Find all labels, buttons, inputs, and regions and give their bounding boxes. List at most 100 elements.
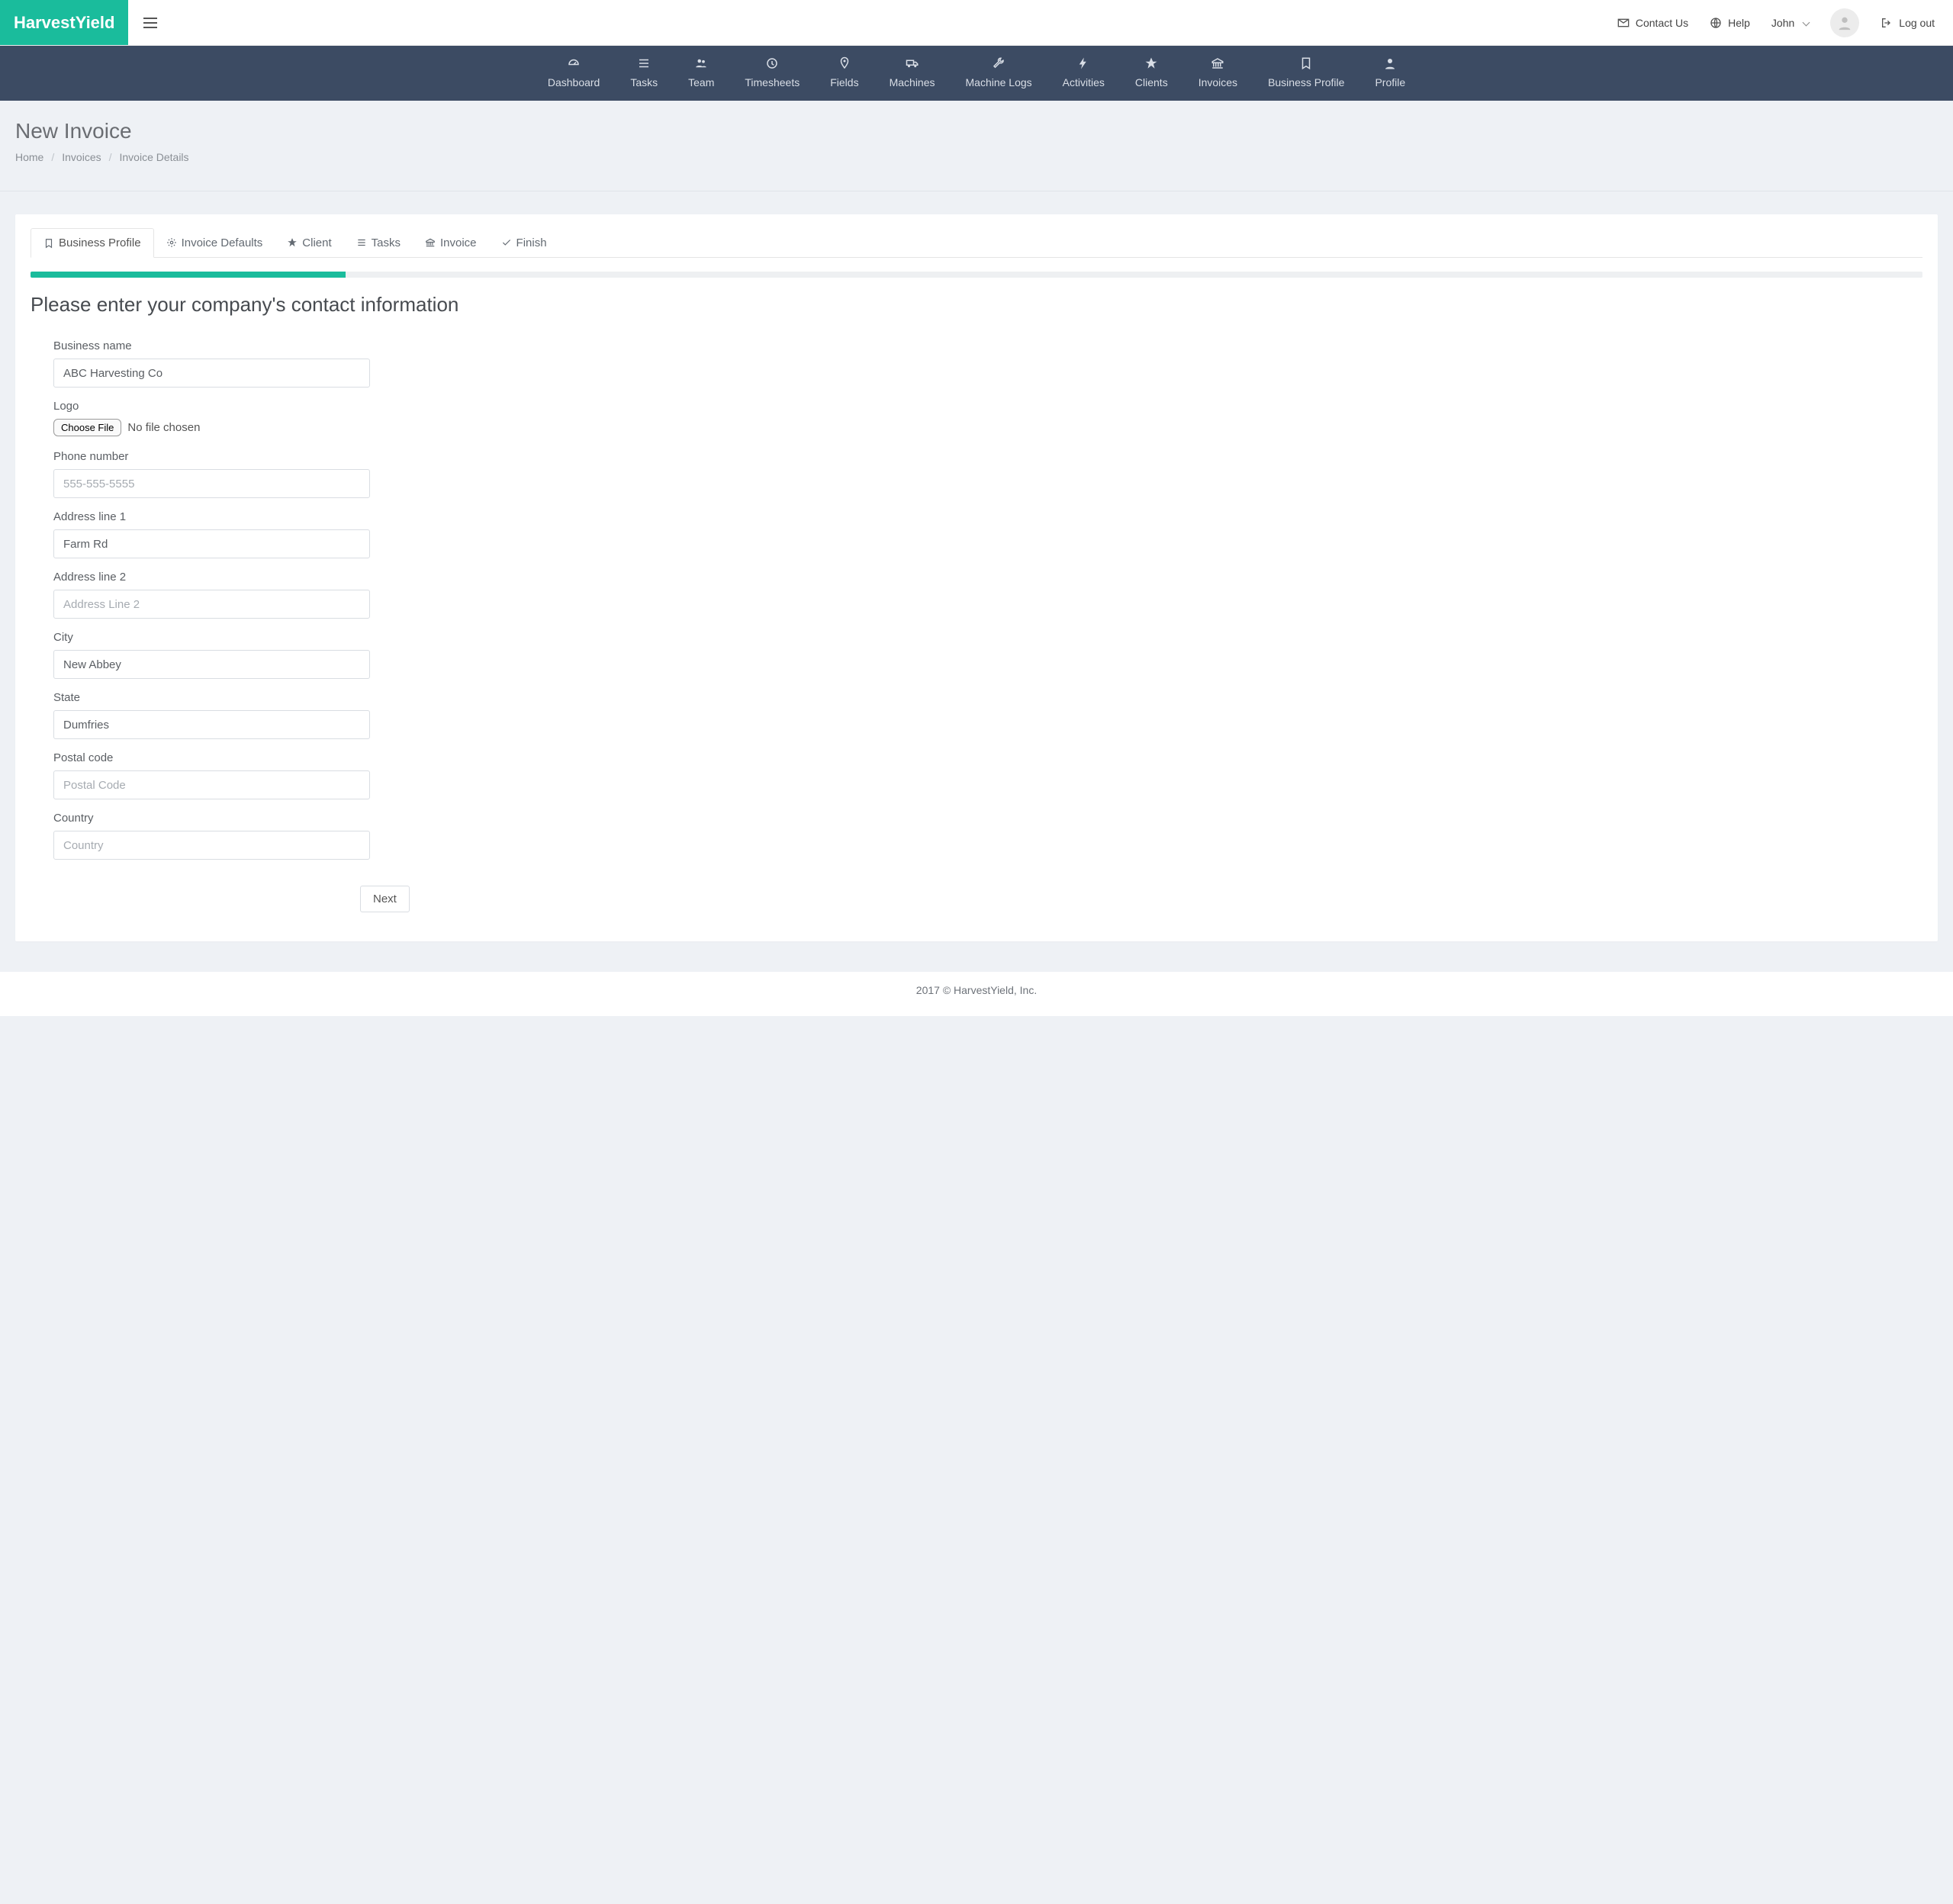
logout-icon [1881,17,1893,29]
breadcrumb-home[interactable]: Home [15,151,43,163]
gear-icon [166,237,177,248]
hamburger-area [128,0,172,45]
country-input[interactable] [53,831,370,860]
address1-input[interactable] [53,529,370,558]
tab-finish[interactable]: Finish [489,228,559,257]
footer: 2017 © HarvestYield, Inc. [0,972,1953,1016]
nav-label: Machines [890,76,935,88]
wizard-tabs: Business Profile Invoice Defaults Client… [31,228,1922,258]
tab-label: Invoice Defaults [182,236,263,249]
choose-file-button[interactable]: Choose File [53,419,121,436]
breadcrumb-current: Invoice Details [120,151,189,163]
business-name-label: Business name [53,339,370,352]
nav-label: Dashboard [548,76,600,88]
topbar-right: Contact Us Help John Log out [1617,0,1953,45]
nav-label: Tasks [630,76,658,88]
tab-business-profile[interactable]: Business Profile [31,228,154,258]
bookmark-icon [1299,56,1313,70]
nav-profile[interactable]: Profile [1363,56,1417,88]
main-nav: Dashboard Tasks Team Timesheets Fields M… [0,46,1953,101]
tab-label: Invoice [440,236,477,249]
nav-tasks[interactable]: Tasks [618,56,670,88]
nav-label: Clients [1135,76,1168,88]
bolt-icon [1076,56,1090,70]
state-input[interactable] [53,710,370,739]
tab-label: Tasks [372,236,401,249]
address2-input[interactable] [53,590,370,619]
help-link[interactable]: Help [1710,17,1750,29]
country-label: Country [53,812,370,825]
phone-label: Phone number [53,450,370,463]
nav-machine-logs[interactable]: Machine Logs [954,56,1044,88]
nav-label: Invoices [1199,76,1237,88]
tab-client[interactable]: Client [275,228,343,257]
nav-clients[interactable]: Clients [1123,56,1180,88]
list-icon [637,56,651,70]
tab-invoice-defaults[interactable]: Invoice Defaults [154,228,275,257]
nav-team[interactable]: Team [676,56,726,88]
nav-label: Machine Logs [966,76,1032,88]
breadcrumb-separator: / [109,151,112,163]
city-input[interactable] [53,650,370,679]
next-button[interactable]: Next [360,886,410,912]
nav-invoices[interactable]: Invoices [1186,56,1250,88]
check-icon [501,237,512,248]
postal-input[interactable] [53,770,370,799]
topbar: HarvestYield Contact Us Help John Log ou… [0,0,1953,46]
nav-dashboard[interactable]: Dashboard [536,56,613,88]
bookmark-icon [43,238,54,249]
tab-label: Finish [516,236,547,249]
clock-icon [765,56,779,70]
star-icon [287,237,298,248]
breadcrumb-invoices[interactable]: Invoices [62,151,101,163]
address2-label: Address line 2 [53,571,370,584]
business-name-input[interactable] [53,359,370,388]
tab-label: Business Profile [59,236,141,249]
user-icon [1383,56,1397,70]
user-icon [1836,14,1853,31]
nav-timesheets[interactable]: Timesheets [732,56,812,88]
team-icon [694,56,708,70]
menu-toggle-icon[interactable] [143,18,157,28]
tab-tasks[interactable]: Tasks [344,228,413,257]
section-heading: Please enter your company's contact info… [31,293,1922,317]
globe-icon [1710,17,1722,29]
tab-invoice[interactable]: Invoice [413,228,489,257]
state-label: State [53,691,370,704]
breadcrumb: Home / Invoices / Invoice Details [15,151,1938,163]
nav-fields[interactable]: Fields [818,56,870,88]
nav-label: Timesheets [745,76,800,88]
content-wrap: Business Profile Invoice Defaults Client… [0,191,1953,954]
nav-label: Fields [830,76,858,88]
nav-label: Business Profile [1268,76,1344,88]
chevron-down-icon [1803,19,1810,27]
page-header: New Invoice Home / Invoices / Invoice De… [0,101,1953,191]
user-menu[interactable]: John [1771,17,1809,29]
postal-label: Postal code [53,751,370,764]
nav-label: Activities [1063,76,1105,88]
logout-label: Log out [1899,17,1935,29]
footer-text: 2017 © HarvestYield, Inc. [916,984,1037,996]
business-profile-form: Business name Logo Choose File No file c… [31,339,370,912]
nav-business-profile[interactable]: Business Profile [1256,56,1356,88]
nav-activities[interactable]: Activities [1051,56,1117,88]
pin-icon [838,56,851,70]
card: Business Profile Invoice Defaults Client… [15,214,1938,941]
help-label: Help [1728,17,1750,29]
nav-machines[interactable]: Machines [877,56,948,88]
phone-input[interactable] [53,469,370,498]
nav-label: Profile [1375,76,1405,88]
progress-bar [31,272,346,278]
dashboard-icon [567,56,581,70]
logout-link[interactable]: Log out [1881,17,1935,29]
bank-icon [1211,56,1224,70]
brand-logo[interactable]: HarvestYield [0,0,128,45]
list-icon [356,237,367,248]
star-icon [1144,56,1158,70]
contact-us-link[interactable]: Contact Us [1617,17,1688,29]
wrench-icon [992,56,1005,70]
avatar[interactable] [1830,8,1859,37]
city-label: City [53,631,370,644]
nav-label: Team [688,76,714,88]
address1-label: Address line 1 [53,510,370,523]
